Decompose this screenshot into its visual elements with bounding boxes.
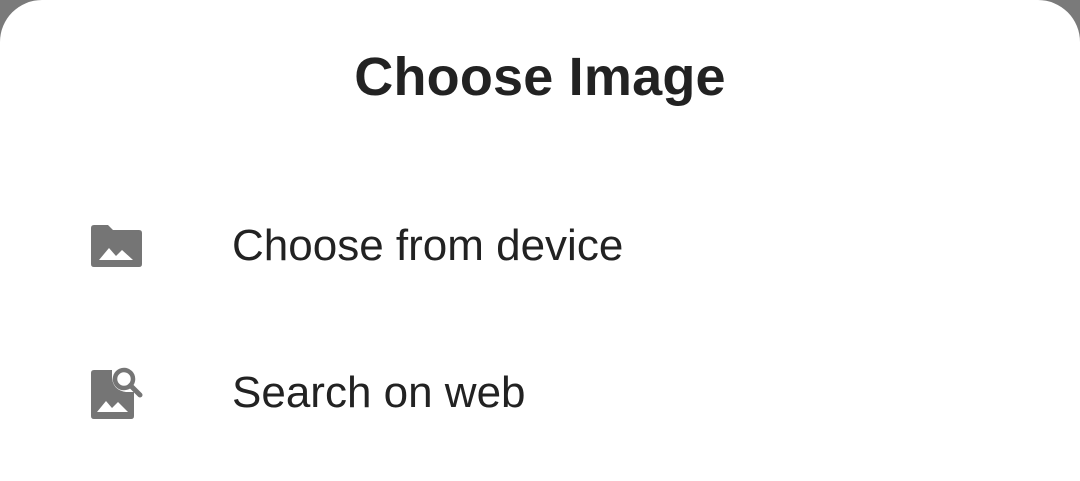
folder-image-icon — [88, 218, 144, 274]
search-on-web-option[interactable]: Search on web — [0, 323, 1080, 463]
choose-image-bottom-sheet: Choose Image Choose from device Search o… — [0, 0, 1080, 481]
dialog-title: Choose Image — [354, 47, 726, 107]
choose-from-device-option[interactable]: Choose from device — [0, 176, 1080, 316]
search-on-web-label: Search on web — [232, 368, 526, 417]
choose-from-device-label: Choose from device — [232, 221, 624, 270]
image-search-icon — [88, 365, 144, 421]
